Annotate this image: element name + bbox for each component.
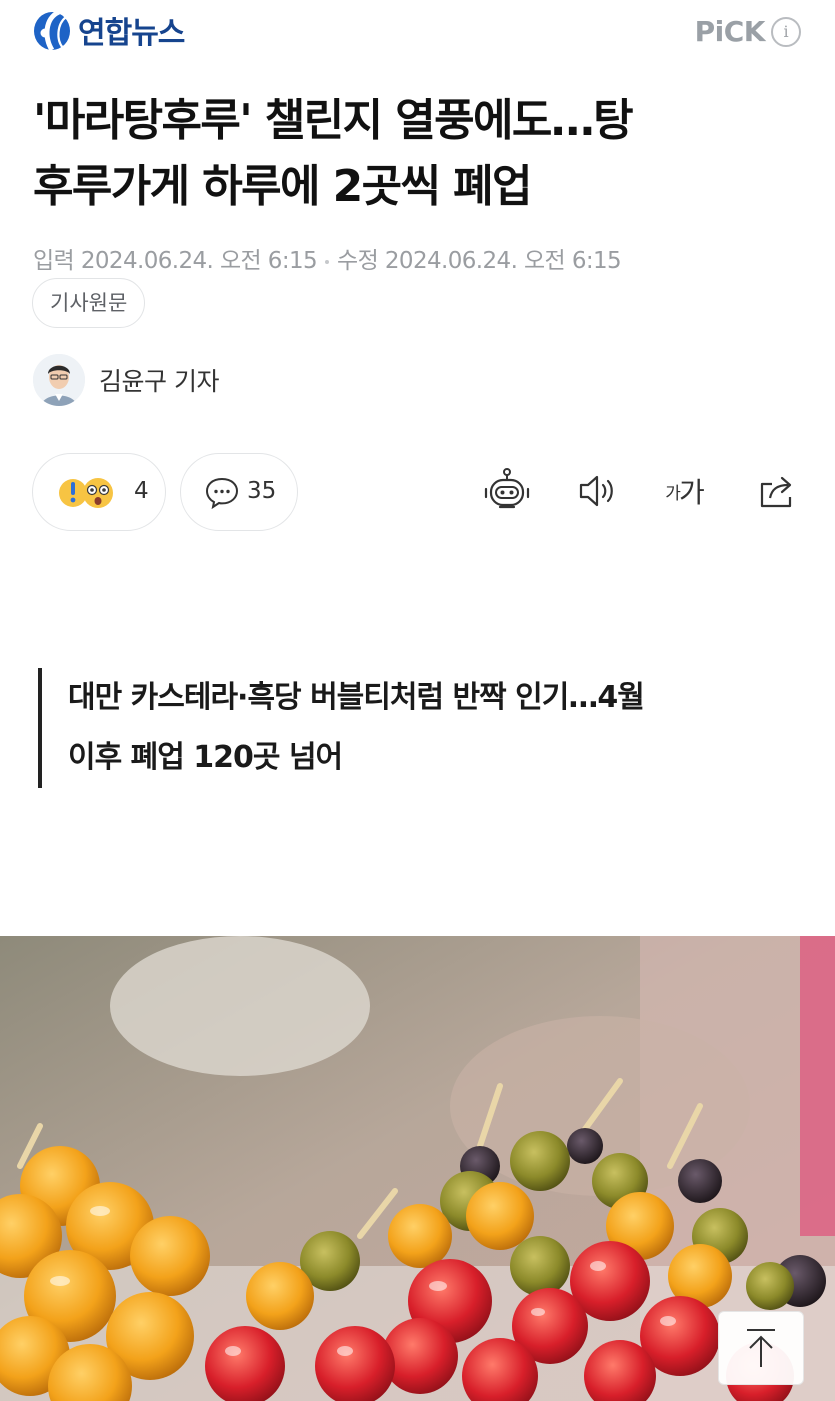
yonhap-logo-icon [34, 9, 70, 52]
speaker-icon [579, 475, 613, 507]
modified-label: 수정 [337, 248, 379, 274]
article-photo[interactable] [0, 936, 835, 1401]
font-size-button[interactable]: 가가 [659, 466, 709, 516]
modified-datetime: 2024.06.24. 오전 6:15 [384, 248, 622, 274]
author-name: 김윤구 기자 [99, 367, 219, 396]
comment-icon [205, 477, 239, 510]
tts-button[interactable] [572, 466, 622, 516]
share-button[interactable] [752, 466, 802, 516]
reaction-count: 4 [134, 478, 149, 504]
yonhap-logo[interactable]: 연합뉴스 [32, 8, 185, 52]
title-line-1: '마라탕후루' 챌린지 열풍에도…탕 [33, 95, 634, 146]
article-title: '마라탕후루' 챌린지 열풍에도…탕 후루가게 하루에 2곳씩 폐업 [33, 88, 803, 220]
article-dates: 입력 2024.06.24. 오전 6:15 수정 2024.06.24. 오전 … [33, 241, 622, 275]
logo-text: 연합뉴스 [78, 16, 185, 51]
article-subheadline: 대만 카스테라·흑당 버블티처럼 반짝 인기…4월 이후 폐업 120곳 넘어 [38, 668, 798, 788]
font-size-small-label: 가 [665, 483, 681, 504]
summary-bot-button[interactable] [482, 466, 532, 516]
reaction-emoji-icon [59, 478, 113, 508]
pick-label: PiCK [694, 15, 766, 48]
arrow-up-icon [747, 1329, 775, 1367]
font-size-large-label: 가 [678, 476, 705, 509]
input-label: 입력 [33, 248, 75, 274]
title-line-2: 후루가게 하루에 2곳씩 폐업 [33, 161, 532, 212]
summary-bot-icon [484, 468, 530, 509]
original-article-button[interactable]: 기사원문 [32, 278, 146, 328]
author-row[interactable]: 김윤구 기자 [33, 354, 219, 406]
meta-separator [325, 259, 330, 264]
top-header: 연합뉴스 PiCK i [0, 0, 835, 70]
tanghulu-photo-image [0, 936, 835, 1401]
pick-badge[interactable]: PiCK i [695, 15, 801, 48]
share-icon [760, 476, 792, 508]
author-avatar [33, 354, 85, 406]
scroll-to-top-button[interactable] [718, 1311, 804, 1385]
subhead-line-1: 대만 카스테라·흑당 버블티처럼 반짝 인기…4월 [68, 680, 645, 715]
comment-button[interactable]: 35 [180, 453, 298, 531]
subhead-line-2: 이후 폐업 120곳 넘어 [68, 740, 343, 775]
comment-count: 35 [247, 478, 277, 504]
reaction-button[interactable]: 4 [32, 453, 166, 531]
input-datetime: 2024.06.24. 오전 6:15 [80, 248, 318, 274]
info-icon[interactable]: i [771, 16, 801, 47]
